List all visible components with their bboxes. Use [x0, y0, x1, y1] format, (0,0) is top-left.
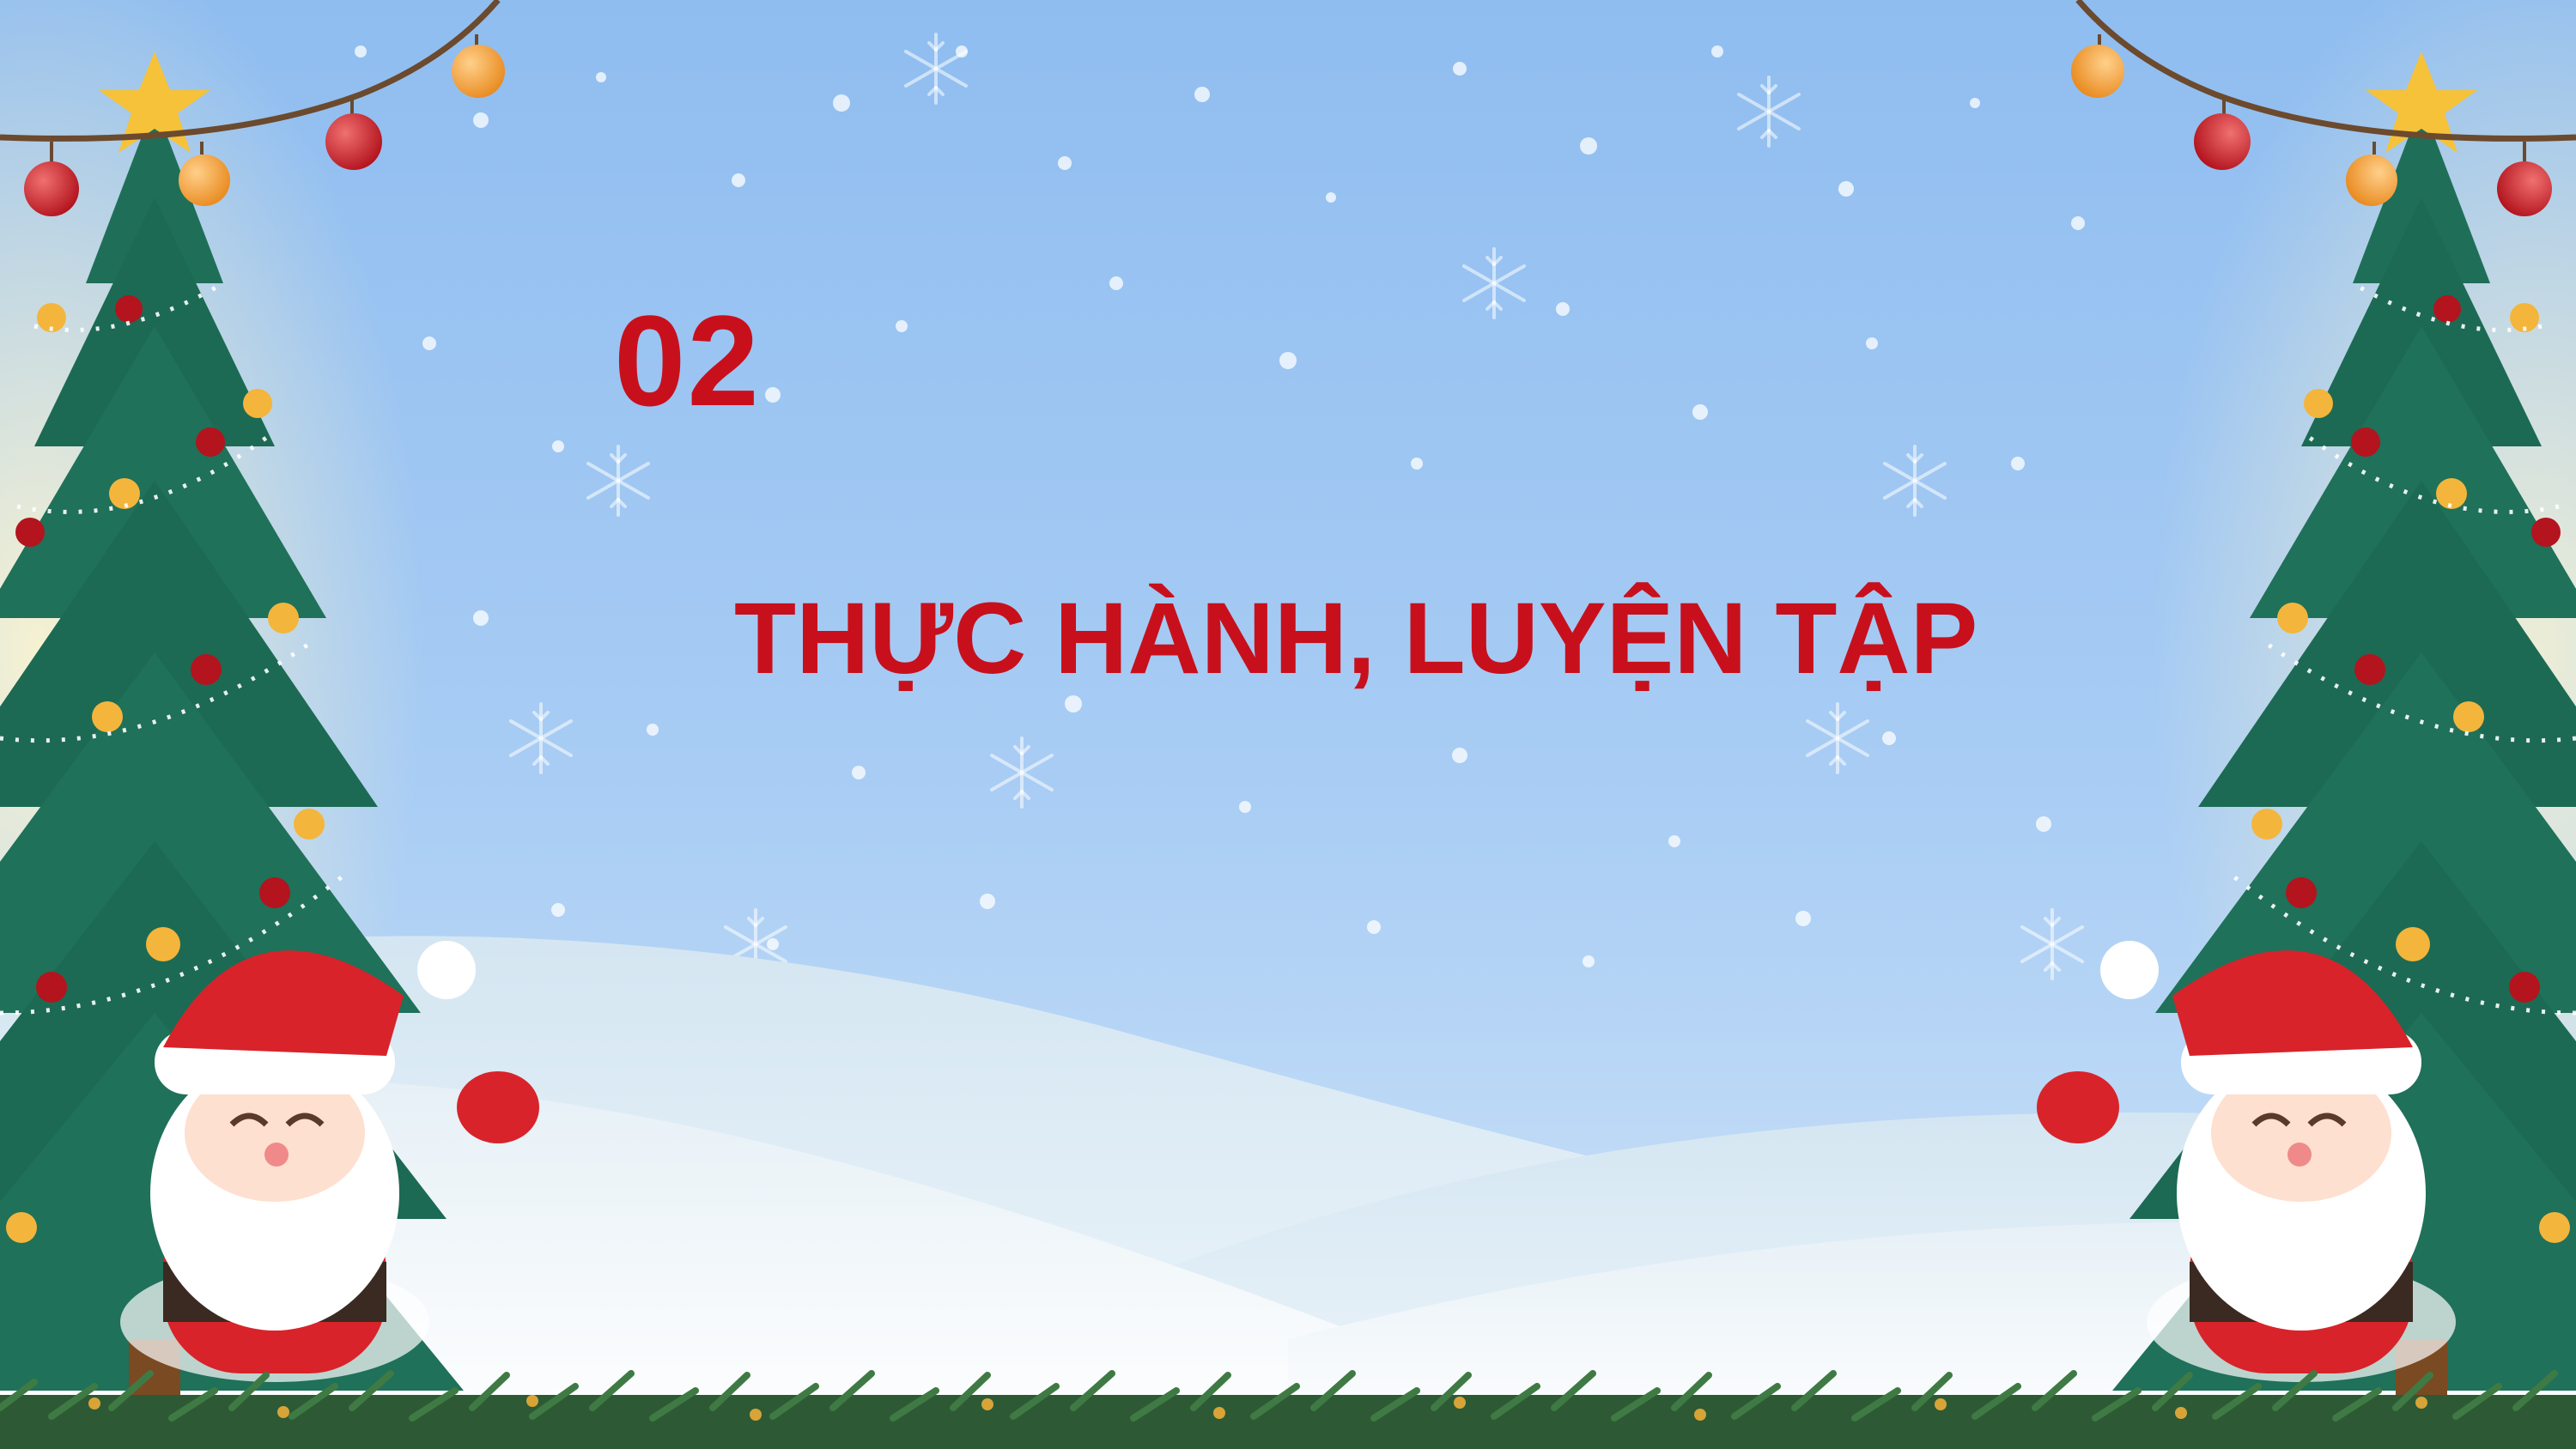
winter-background: [0, 0, 2576, 1449]
slide: 02 THỰC HÀNH, LUYỆN TẬP: [0, 0, 2576, 1449]
section-title: THỰC HÀNH, LUYỆN TẬP: [734, 582, 1978, 695]
section-number: 02: [614, 288, 761, 433]
